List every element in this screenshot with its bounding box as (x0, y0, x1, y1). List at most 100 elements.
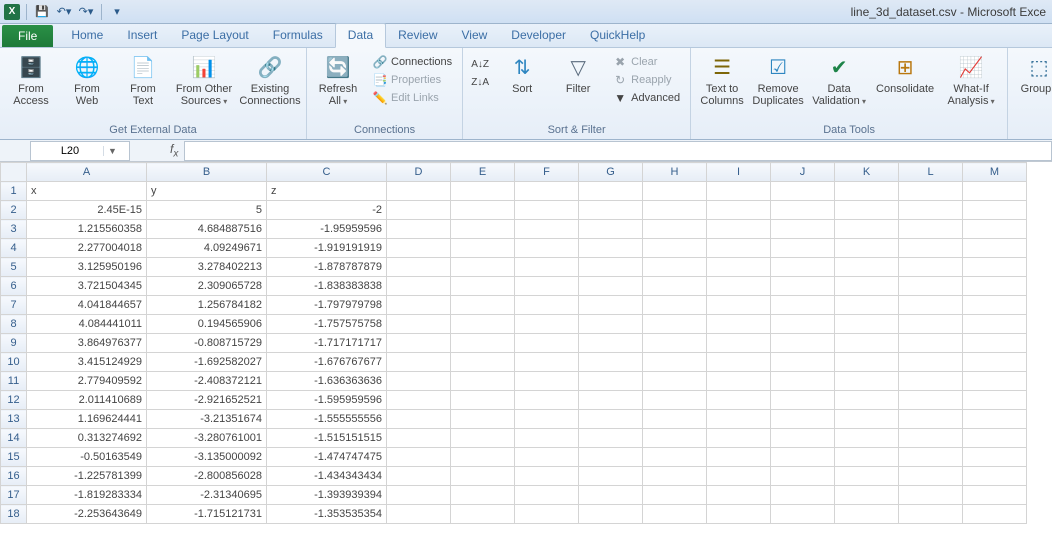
cell[interactable] (451, 220, 515, 239)
cell[interactable] (387, 353, 451, 372)
consolidate-button[interactable]: ⊞Consolidate (875, 50, 935, 95)
cell[interactable]: -1.715121731 (147, 505, 267, 524)
cell[interactable] (899, 334, 963, 353)
cell[interactable] (451, 467, 515, 486)
cell[interactable]: -2.31340695 (147, 486, 267, 505)
cell[interactable] (963, 334, 1027, 353)
cell[interactable] (515, 315, 579, 334)
cell[interactable] (771, 505, 835, 524)
row-header[interactable]: 14 (1, 429, 27, 448)
cell[interactable] (643, 391, 707, 410)
cell[interactable] (963, 277, 1027, 296)
cell[interactable] (515, 448, 579, 467)
cell[interactable] (835, 334, 899, 353)
cell[interactable] (707, 486, 771, 505)
from-web-button[interactable]: 🌐FromWeb (62, 50, 112, 107)
cell[interactable] (579, 448, 643, 467)
cell[interactable] (771, 315, 835, 334)
cell[interactable] (707, 429, 771, 448)
cell[interactable]: -1.225781399 (27, 467, 147, 486)
tab-file[interactable]: File (2, 25, 53, 47)
cell[interactable]: 3.721504345 (27, 277, 147, 296)
cell[interactable] (387, 277, 451, 296)
row-header[interactable]: 9 (1, 334, 27, 353)
cell[interactable] (387, 486, 451, 505)
tab-developer[interactable]: Developer (499, 24, 578, 47)
cell[interactable] (899, 372, 963, 391)
cell[interactable] (963, 296, 1027, 315)
cell[interactable]: 2.779409592 (27, 372, 147, 391)
cell[interactable] (643, 201, 707, 220)
cell[interactable]: -1.692582027 (147, 353, 267, 372)
cell[interactable] (707, 353, 771, 372)
cell[interactable] (835, 505, 899, 524)
cell[interactable] (899, 410, 963, 429)
advanced-filter-button[interactable]: ▼Advanced (609, 90, 684, 106)
cell[interactable] (643, 296, 707, 315)
cell[interactable]: -1.95959596 (267, 220, 387, 239)
cell[interactable] (643, 505, 707, 524)
cell[interactable] (387, 448, 451, 467)
cell[interactable] (451, 505, 515, 524)
tab-home[interactable]: Home (59, 24, 115, 47)
cell[interactable]: -1.353535354 (267, 505, 387, 524)
tab-review[interactable]: Review (386, 24, 449, 47)
cell[interactable] (451, 239, 515, 258)
cell[interactable] (387, 410, 451, 429)
row-header[interactable]: 18 (1, 505, 27, 524)
cell[interactable] (643, 410, 707, 429)
cell[interactable]: 4.09249671 (147, 239, 267, 258)
undo-button[interactable]: ↶▾ (55, 3, 73, 21)
cell[interactable] (451, 486, 515, 505)
column-header-G[interactable]: G (579, 163, 643, 182)
cell[interactable] (771, 296, 835, 315)
cell[interactable] (451, 201, 515, 220)
spreadsheet-grid[interactable]: ABCDEFGHIJKLM1xyz22.45E-155-231.21556035… (0, 162, 1052, 538)
cell[interactable] (963, 220, 1027, 239)
row-header[interactable]: 15 (1, 448, 27, 467)
cell[interactable] (963, 467, 1027, 486)
cell[interactable] (643, 334, 707, 353)
redo-button[interactable]: ↷▾ (77, 3, 95, 21)
cell[interactable] (451, 296, 515, 315)
cell[interactable]: -1.555555556 (267, 410, 387, 429)
cell[interactable]: -2.800856028 (147, 467, 267, 486)
cell[interactable]: 2.309065728 (147, 277, 267, 296)
column-header-A[interactable]: A (27, 163, 147, 182)
column-header-B[interactable]: B (147, 163, 267, 182)
cell[interactable] (771, 239, 835, 258)
cell[interactable] (899, 467, 963, 486)
save-button[interactable]: 💾 (33, 3, 51, 21)
row-header[interactable]: 2 (1, 201, 27, 220)
cell[interactable] (387, 258, 451, 277)
cell[interactable] (899, 201, 963, 220)
name-box[interactable]: ▼ (30, 141, 130, 161)
cell[interactable] (387, 201, 451, 220)
cell[interactable] (387, 239, 451, 258)
cell[interactable] (579, 277, 643, 296)
tab-page-layout[interactable]: Page Layout (169, 24, 260, 47)
cell[interactable] (579, 486, 643, 505)
cell[interactable] (451, 448, 515, 467)
cell[interactable] (643, 448, 707, 467)
remove-duplicates-button[interactable]: ☑RemoveDuplicates (753, 50, 803, 107)
cell[interactable] (451, 258, 515, 277)
cell[interactable]: 3.125950196 (27, 258, 147, 277)
cell[interactable] (963, 448, 1027, 467)
cell[interactable] (707, 239, 771, 258)
cell[interactable] (515, 467, 579, 486)
cell[interactable] (387, 391, 451, 410)
cell[interactable] (771, 182, 835, 201)
cell[interactable] (579, 391, 643, 410)
tab-insert[interactable]: Insert (115, 24, 169, 47)
cell[interactable] (835, 239, 899, 258)
reapply-button[interactable]: ↻Reapply (609, 72, 684, 88)
connections-button[interactable]: 🔗Connections (369, 54, 456, 70)
cell[interactable]: y (147, 182, 267, 201)
cell[interactable] (643, 429, 707, 448)
cell[interactable] (771, 410, 835, 429)
cell[interactable]: 3.278402213 (147, 258, 267, 277)
cell[interactable]: -0.50163549 (27, 448, 147, 467)
cell[interactable] (707, 315, 771, 334)
cell[interactable] (643, 182, 707, 201)
